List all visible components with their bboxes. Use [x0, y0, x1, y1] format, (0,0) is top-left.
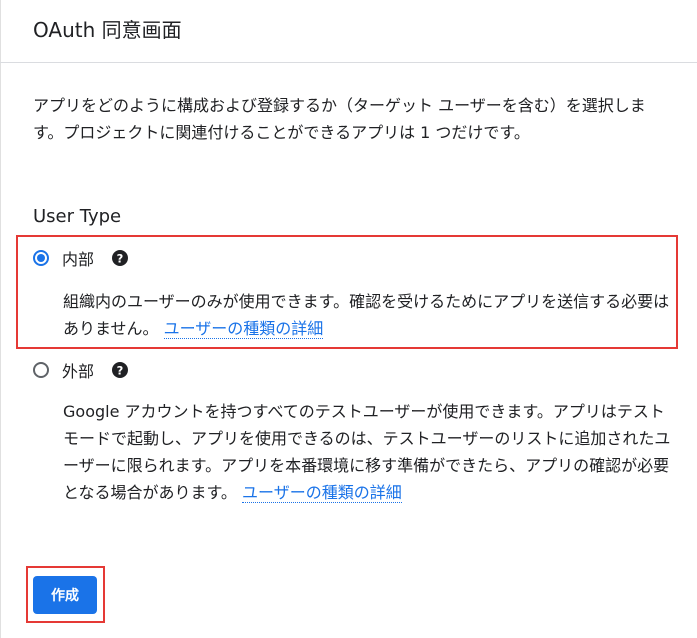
- option-external-description: Google アカウントを持つすべてのテストユーザーが使用できます。アプリはテス…: [63, 398, 671, 506]
- svg-text:?: ?: [117, 251, 124, 265]
- svg-text:?: ?: [117, 363, 124, 377]
- user-type-heading: User Type: [33, 206, 122, 227]
- radio-external[interactable]: [33, 362, 49, 378]
- left-border: [0, 0, 1, 638]
- help-icon[interactable]: ?: [112, 362, 129, 378]
- option-internal-label: 内部: [62, 250, 95, 269]
- header: OAuth 同意画面: [0, 0, 697, 63]
- intro-text: アプリをどのように構成および登録するか（ターゲット ユーザーを含む）を選択します…: [33, 96, 646, 142]
- option-external-label: 外部: [62, 362, 95, 381]
- help-icon[interactable]: ?: [112, 250, 129, 266]
- option-internal-description-text: 組織内のユーザーのみが使用できます。確認を受けるためにアプリを送信する必要はあり…: [63, 292, 670, 338]
- create-button[interactable]: 作成: [33, 576, 97, 614]
- user-type-details-link[interactable]: ユーザーの種類の詳細: [242, 483, 402, 503]
- radio-internal[interactable]: [33, 250, 49, 266]
- page-title: OAuth 同意画面: [33, 18, 182, 42]
- option-internal-description: 組織内のユーザーのみが使用できます。確認を受けるためにアプリを送信する必要はあり…: [63, 288, 671, 342]
- option-external[interactable]: 外部 ?: [33, 358, 129, 382]
- user-type-details-link[interactable]: ユーザーの種類の詳細: [163, 319, 324, 339]
- option-internal[interactable]: 内部 ?: [33, 246, 129, 270]
